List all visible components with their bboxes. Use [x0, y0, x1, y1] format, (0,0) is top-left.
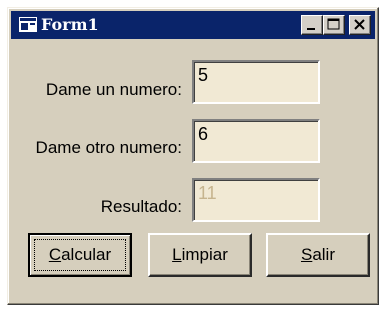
salir-label: alir [312, 245, 335, 264]
numero1-input[interactable]: 5 [192, 60, 320, 104]
title-bar[interactable]: Form1 [11, 11, 375, 39]
close-button[interactable] [349, 15, 371, 35]
limpiar-hotkey: L [172, 245, 182, 264]
numero1-label: Dame un numero: [45, 80, 182, 99]
form-window: Form1 Dame un numero: 5 Dame otro numero… [7, 7, 379, 305]
resultado-output: 11 [192, 178, 320, 222]
close-icon [354, 19, 365, 30]
app-icon [19, 17, 37, 32]
minimize-icon [307, 28, 315, 30]
salir-button[interactable]: Salir [266, 233, 370, 277]
calcular-button[interactable]: Calcular [28, 233, 132, 277]
resultado-label: Resultado: [100, 197, 182, 216]
focus-rectangle [34, 239, 126, 271]
maximize-button[interactable] [323, 15, 345, 35]
maximize-icon [327, 18, 340, 30]
limpiar-label: impiar [181, 245, 228, 264]
numero2-input[interactable]: 6 [192, 119, 320, 163]
limpiar-button[interactable]: Limpiar [148, 233, 252, 277]
window-title: Form1 [41, 15, 99, 34]
salir-hotkey: S [300, 245, 313, 264]
minimize-button[interactable] [301, 15, 323, 35]
numero2-label: Dame otro numero: [35, 138, 182, 157]
